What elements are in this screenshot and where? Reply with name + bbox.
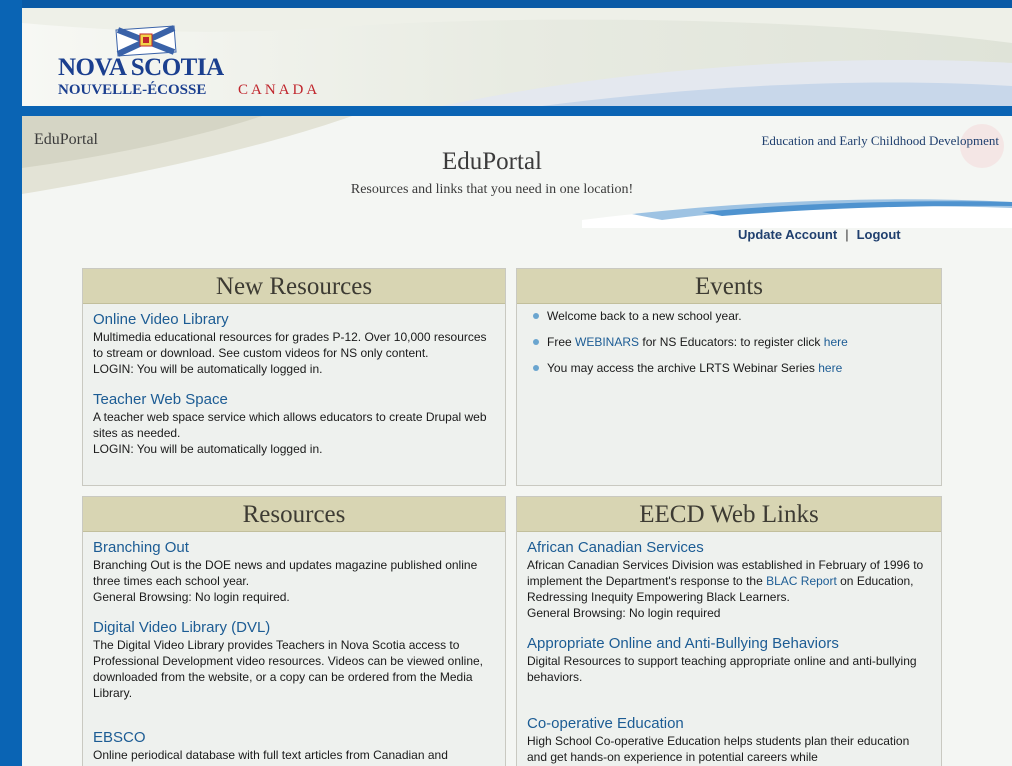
archive-here-link[interactable]: here [818,361,842,375]
page-tagline: Resources and links that you need in one… [350,182,634,197]
panel-title-events: Events [517,269,941,304]
event-text: You may access the archive LRTS Webinar … [547,361,819,375]
logo-canada: CANADA [238,82,321,98]
new-resources-panel: New Resources Online Video Library Multi… [82,268,506,486]
branching-out-link[interactable]: Branching Out [93,539,495,557]
blac-report-link[interactable]: BLAC Report [766,574,837,588]
account-separator: | [845,227,849,242]
list-item: Co-operative Education High School Co-op… [527,715,931,765]
item-description: African Canadian Services Division was e… [527,557,931,605]
item-login-note: General Browsing: No login required [527,606,721,620]
list-item: Teacher Web Space A teacher web space se… [93,391,495,457]
list-item: Branching Out Branching Out is the DOE n… [93,539,495,605]
item-description: A teacher web space service which allows… [93,410,487,440]
register-here-link[interactable]: here [824,335,848,349]
update-account-link[interactable]: Update Account [738,227,837,242]
co-operative-education-link[interactable]: Co-operative Education [527,715,931,733]
panel-title-eecd-web-links: EECD Web Links [517,497,941,532]
top-frame-bar [0,0,1012,8]
event-text: for NS Educators: to register click [639,335,824,349]
header-banner: NOVA SCOTIA NOUVELLE-ÉCOSSE CANADA [22,8,1012,106]
item-login-note: LOGIN: You will be automatically logged … [93,442,323,456]
item-description: Digital Resources to support teaching ap… [527,654,917,684]
item-description: Online periodical database with full tex… [93,748,448,762]
bullet-icon [533,365,539,371]
list-item: EBSCO Online periodical database with fu… [93,729,495,763]
left-frame-rail [0,0,22,766]
list-item: African Canadian Services African Canadi… [527,539,931,621]
african-canadian-services-link[interactable]: African Canadian Services [527,539,931,557]
list-item: Digital Video Library (DVL) The Digital … [93,619,495,701]
digital-video-library-link[interactable]: Digital Video Library (DVL) [93,619,495,637]
department-link[interactable]: Education and Early Childhood Developmen… [761,133,999,149]
item-login-note: General Browsing: No login required. [93,590,290,604]
bullet-icon [533,339,539,345]
page-title: EduPortal [442,148,542,175]
event-item: You may access the archive LRTS Webinar … [527,360,931,376]
item-description: High School Co-operative Education helps… [527,734,910,764]
eecd-web-links-panel: EECD Web Links African Canadian Services… [516,496,942,766]
header-divider [22,106,1012,116]
list-item: Appropriate Online and Anti-Bullying Beh… [527,635,931,685]
webinars-link[interactable]: WEBINARS [575,335,639,349]
event-item: Free WEBINARS for NS Educators: to regis… [527,334,931,350]
logo-nova-scotia: NOVA SCOTIA [58,54,224,81]
item-description: Branching Out is the DOE news and update… [93,558,478,588]
event-text: Welcome back to a new school year. [547,309,742,323]
resources-panel: Resources Branching Out Branching Out is… [82,496,506,766]
site-label[interactable]: EduPortal [34,131,98,149]
sub-header: EduPortal EduPortal Resources and links … [22,116,1012,228]
panel-title-resources: Resources [83,497,505,532]
teacher-web-space-link[interactable]: Teacher Web Space [93,391,495,409]
item-login-note: LOGIN: You will be automatically logged … [93,362,323,376]
account-links: Update Account | Logout [738,227,901,242]
item-description: Multimedia educational resources for gra… [93,330,487,360]
ebsco-link[interactable]: EBSCO [93,729,495,747]
item-description: The Digital Video Library provides Teach… [93,638,484,700]
anti-bullying-link[interactable]: Appropriate Online and Anti-Bullying Beh… [527,635,931,653]
online-video-library-link[interactable]: Online Video Library [93,311,495,329]
events-panel: Events Welcome back to a new school year… [516,268,942,486]
list-item: Online Video Library Multimedia educatio… [93,311,495,377]
nova-scotia-flag-icon [115,25,177,57]
panel-title-new-resources: New Resources [83,269,505,304]
bullet-icon [533,313,539,319]
page: NOVA SCOTIA NOUVELLE-ÉCOSSE CANADA EduPo… [22,8,1012,766]
logo-nouvelle-ecosse: NOUVELLE-ÉCOSSE [58,82,207,98]
event-text: Free [547,335,576,349]
event-item: Welcome back to a new school year. [527,308,931,324]
logout-link[interactable]: Logout [857,227,901,242]
